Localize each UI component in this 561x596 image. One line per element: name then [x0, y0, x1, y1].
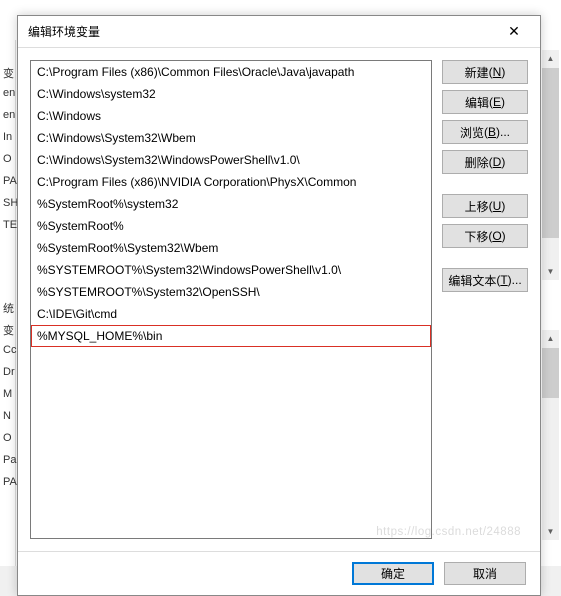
bg-label: Cc	[3, 344, 16, 356]
path-entry[interactable]: C:\Program Files (x86)\Common Files\Orac…	[31, 61, 431, 83]
bg-label: Pa	[3, 454, 16, 466]
path-entry[interactable]: %SystemRoot%	[31, 215, 431, 237]
edit-env-var-dialog: 编辑环境变量 ✕ C:\Program Files (x86)\Common F…	[17, 15, 541, 596]
bg-label: 变	[3, 65, 14, 81]
bg-label: TE	[3, 219, 17, 231]
scroll-down-arrow[interactable]: ▼	[542, 263, 559, 280]
path-listbox[interactable]: C:\Program Files (x86)\Common Files\Orac…	[30, 60, 432, 539]
bg-label: O	[3, 153, 12, 165]
bg-label: en	[3, 109, 15, 121]
scrollbar[interactable]: ▲ ▼	[542, 330, 559, 540]
dialog-title: 编辑环境变量	[28, 23, 498, 40]
cancel-button[interactable]: 取消	[444, 562, 526, 585]
browse-button[interactable]: 浏览(B)...	[442, 120, 528, 144]
bg-label: PA	[3, 476, 17, 488]
bg-label: M	[3, 388, 12, 400]
bg-label: 变	[3, 322, 14, 338]
bg-label: SH	[3, 197, 18, 209]
edit-button[interactable]: 编辑(E)	[442, 90, 528, 114]
path-entry[interactable]: C:\Windows\System32\WindowsPowerShell\v1…	[31, 149, 431, 171]
edittext-button[interactable]: 编辑文本(T)...	[442, 268, 528, 292]
path-entry[interactable]: C:\Windows\system32	[31, 83, 431, 105]
delete-button[interactable]: 删除(D)	[442, 150, 528, 174]
ok-button[interactable]: 确定	[352, 562, 434, 585]
path-entry[interactable]: C:\Windows\System32\Wbem	[31, 127, 431, 149]
scroll-down-arrow[interactable]: ▼	[542, 523, 559, 540]
titlebar: 编辑环境变量 ✕	[18, 16, 540, 48]
scroll-up-arrow[interactable]: ▲	[542, 330, 559, 347]
path-entry[interactable]: %MYSQL_HOME%\bin	[31, 325, 431, 347]
bg-label: 统	[3, 300, 14, 316]
scroll-up-arrow[interactable]: ▲	[542, 50, 559, 67]
dialog-content: C:\Program Files (x86)\Common Files\Orac…	[18, 48, 540, 551]
scroll-thumb[interactable]	[542, 68, 559, 238]
dialog-footer: 确定 取消	[18, 551, 540, 595]
bg-label: O	[3, 432, 12, 444]
path-entry[interactable]: C:\IDE\Git\cmd	[31, 303, 431, 325]
side-buttons: 新建(N) 编辑(E) 浏览(B)... 删除(D) 上移(U) 下移(O) 编…	[442, 60, 528, 539]
bg-label: PA	[3, 175, 17, 187]
scroll-thumb[interactable]	[542, 348, 559, 398]
path-entry[interactable]: %SystemRoot%\System32\Wbem	[31, 237, 431, 259]
bg-label: N	[3, 410, 11, 422]
movedown-button[interactable]: 下移(O)	[442, 224, 528, 248]
close-icon[interactable]: ✕	[498, 16, 530, 48]
path-entry[interactable]: C:\Program Files (x86)\NVIDIA Corporatio…	[31, 171, 431, 193]
path-entry[interactable]: C:\Windows	[31, 105, 431, 127]
path-entry[interactable]: %SYSTEMROOT%\System32\OpenSSH\	[31, 281, 431, 303]
moveup-button[interactable]: 上移(U)	[442, 194, 528, 218]
path-entry[interactable]: %SystemRoot%\system32	[31, 193, 431, 215]
bg-label: Dr	[3, 366, 15, 378]
bg-label: en	[3, 87, 15, 99]
new-button[interactable]: 新建(N)	[442, 60, 528, 84]
path-entry[interactable]: %SYSTEMROOT%\System32\WindowsPowerShell\…	[31, 259, 431, 281]
bg-label: In	[3, 131, 12, 143]
scrollbar[interactable]: ▲ ▼	[542, 50, 559, 280]
